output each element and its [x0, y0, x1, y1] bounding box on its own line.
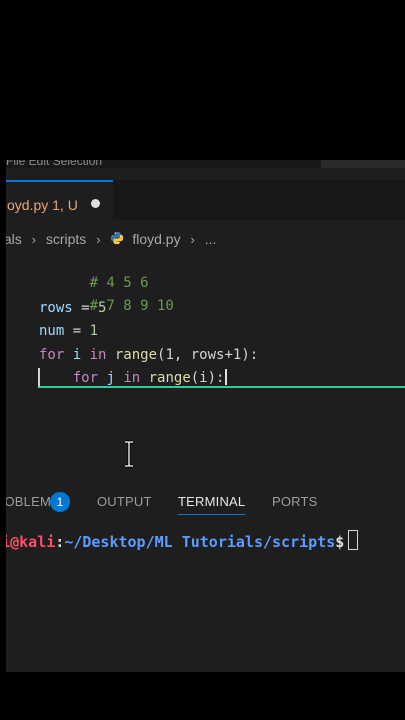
variable-token: i — [64, 347, 90, 363]
menu-items[interactable]: File Edit Selection — [6, 160, 102, 168]
code-line: for i in range(1, rows+1): — [39, 344, 258, 366]
menu-bar: File Edit Selection — [6, 160, 405, 168]
vscode-window: File Edit Selection floyd.py 1, U ML Tut… — [6, 160, 405, 672]
chevron-right-icon: › — [96, 231, 101, 247]
keyword-token: for — [72, 370, 99, 386]
tab-ports[interactable]: PORTS — [272, 494, 318, 509]
function-token: range — [106, 347, 158, 363]
terminal-separator: : — [55, 533, 65, 551]
terminal-cursor — [348, 530, 359, 550]
code-editor[interactable]: # 4 5 6 # 7 8 9 10 rows = 5 num = 1 for … — [6, 248, 405, 480]
breadcrumb: ML Tutorials › scripts › floyd.py › ... — [6, 230, 216, 248]
terminal-user: kali@kali — [6, 533, 56, 551]
number-token: 1 — [89, 323, 99, 339]
terminal-prompt[interactable]: kali@kali:~/Desktop/ML Tutorials/scripts… — [6, 530, 405, 552]
code-line-current: for j in range(i): — [39, 367, 228, 389]
breadcrumb-item-folder[interactable]: ML Tutorials — [6, 231, 22, 247]
keyword-token: in — [89, 347, 107, 363]
chevron-right-icon: › — [31, 231, 36, 247]
code-rest: (1, rows+1): — [157, 347, 259, 363]
terminal-prompt-symbol: $ — [335, 533, 345, 551]
operator-token: = — [64, 323, 90, 339]
breadcrumb-item-file[interactable]: floyd.py — [132, 231, 180, 247]
variable-token: j — [98, 370, 124, 386]
keyword-token: for — [39, 347, 65, 363]
dot-icon[interactable] — [91, 199, 100, 208]
breadcrumb-item-more[interactable]: ... — [205, 231, 217, 247]
code-line: num = 1 — [39, 320, 98, 342]
chevron-right-icon: › — [190, 231, 195, 247]
tab-label: floyd.py 1, U — [6, 197, 78, 213]
text-cursor — [225, 369, 228, 385]
tab-floyd-py[interactable]: floyd.py 1, U — [6, 180, 113, 220]
panel-tab-bar: PROBLEMS 1 OUTPUT TERMINAL PORTS — [6, 490, 405, 518]
breadcrumb-item-scripts[interactable]: scripts — [46, 231, 86, 247]
number-token: 5 — [98, 300, 107, 316]
tab-output[interactable]: OUTPUT — [97, 494, 152, 509]
tab-terminal[interactable]: TERMINAL — [178, 494, 246, 515]
command-center-search[interactable] — [321, 160, 405, 168]
ibeam-cursor-icon — [125, 440, 133, 468]
editor-tab-bar: floyd.py 1, U — [6, 180, 405, 220]
code-line: # 7 8 9 10 — [39, 273, 174, 314]
operator-token: = — [72, 300, 99, 316]
problems-count-badge: 1 — [50, 492, 70, 512]
code-line: # 4 5 6 — [39, 250, 149, 291]
variable-token: num — [39, 323, 65, 339]
function-token: range — [140, 370, 191, 386]
keyword-token: in — [123, 370, 141, 386]
code-line: rows = 5 — [39, 297, 106, 319]
variable-token: rows — [39, 300, 73, 316]
terminal-path: ~/Desktop/ML Tutorials/scripts — [64, 533, 336, 551]
code-rest: (i): — [190, 370, 225, 386]
python-icon — [110, 231, 128, 248]
